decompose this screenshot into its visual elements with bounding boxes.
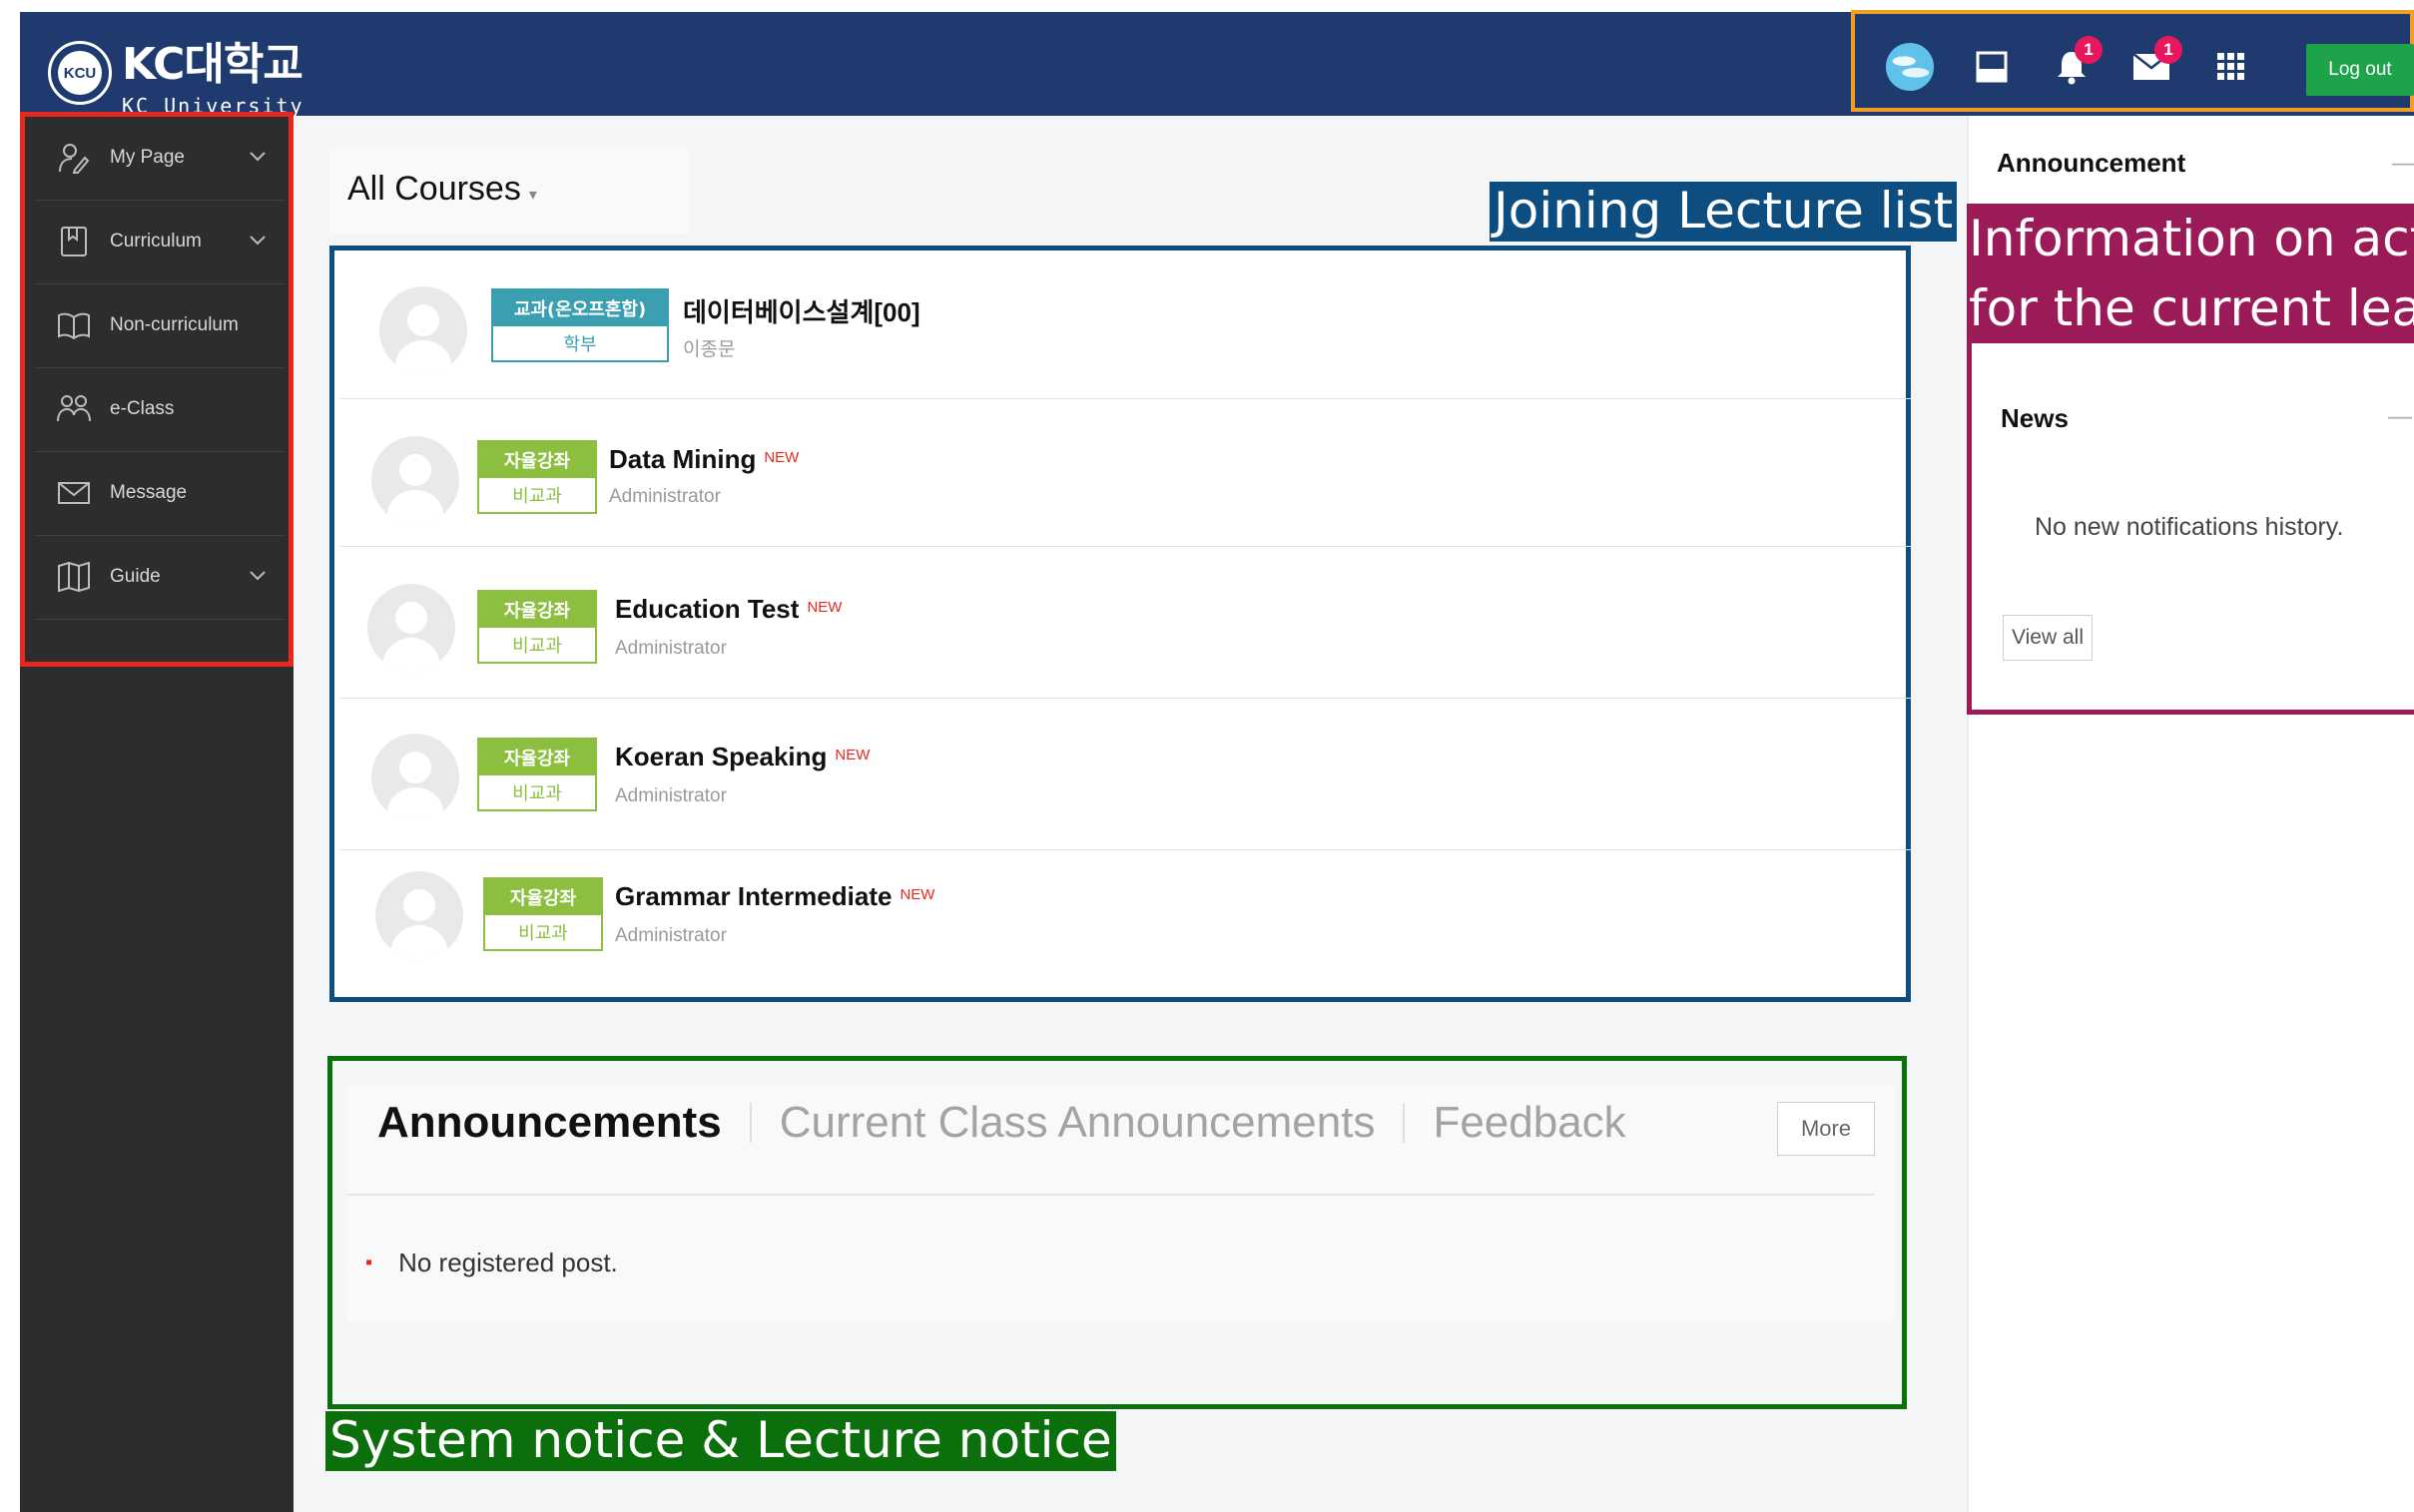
- course-instructor: 이종문: [683, 339, 736, 360]
- sidebar-highlight-frame: [20, 112, 294, 667]
- notification-count-badge: 1: [2075, 36, 2103, 64]
- course-list: 교과(온오프혼합) 학부 데이터베이스설계[00] 이종문 자율강좌 비교과 D…: [329, 246, 1911, 1002]
- course-title[interactable]: Data Mining NEW: [609, 444, 799, 475]
- course-title[interactable]: Koeran Speaking NEW: [615, 742, 870, 772]
- bullet-icon: ▪: [365, 1252, 373, 1273]
- instructor-avatar: [371, 436, 459, 524]
- seal-icon: KCU: [48, 41, 112, 105]
- header-toolbar: 1 1 Log out: [1851, 10, 2414, 112]
- dashboard-icon[interactable]: [1967, 42, 2017, 92]
- seal-text: KCU: [58, 51, 102, 95]
- apps-grid-icon[interactable]: [2206, 42, 2256, 92]
- tab-announcements[interactable]: Announcements: [377, 1098, 722, 1148]
- announcement-title: Announcement: [1997, 148, 2186, 178]
- course-row[interactable]: 자율강좌 비교과 Education Test NEW Administrator: [339, 546, 1911, 699]
- course-title[interactable]: 데이터베이스설계[00]: [683, 292, 920, 329]
- caption-info-line-2: for the current learnin: [1969, 273, 2414, 343]
- notification-bell-icon[interactable]: 1: [2047, 36, 2103, 92]
- course-row[interactable]: 자율강좌 비교과 Data Mining NEW Administrator: [339, 398, 1911, 547]
- tab-divider: [749, 1103, 752, 1143]
- courses-title: All Courses: [347, 170, 521, 208]
- caption-lecture-list: Joining Lecture list: [1490, 182, 1958, 242]
- course-row[interactable]: 자율강좌 비교과 Koeran Speaking NEW Administrato…: [339, 698, 1911, 850]
- course-row[interactable]: 자율강좌 비교과 Grammar Intermediate NEW Adminis…: [339, 849, 1911, 997]
- course-instructor: Administrator: [615, 638, 727, 659]
- announcement-collapse-button[interactable]: —: [2392, 150, 2414, 178]
- course-title[interactable]: Education Test NEW: [615, 594, 842, 625]
- university-logo[interactable]: KCU KC대학교 KC University: [48, 28, 304, 118]
- tab-divider: [1403, 1103, 1406, 1143]
- message-count-badge: 1: [2154, 36, 2182, 64]
- course-category-tag: 자율강좌 비교과: [477, 440, 597, 514]
- new-badge: NEW: [807, 599, 843, 616]
- course-instructor: Administrator: [609, 486, 721, 507]
- tab-feedback[interactable]: Feedback: [1433, 1098, 1625, 1148]
- new-badge: NEW: [764, 449, 800, 466]
- instructor-avatar: [379, 286, 467, 374]
- instructor-avatar: [371, 734, 459, 821]
- notice-tabs: Announcements Current Class Announcement…: [377, 1098, 1626, 1148]
- course-category-tag: 교과(온오프혼합) 학부: [491, 288, 669, 362]
- course-category-tag: 자율강좌 비교과: [483, 877, 603, 951]
- course-category-tag: 자율강좌 비교과: [477, 738, 597, 811]
- instructor-avatar: [375, 871, 463, 959]
- logout-button[interactable]: Log out: [2306, 44, 2414, 96]
- message-envelope-icon[interactable]: 1: [2126, 36, 2182, 92]
- caption-notices: System notice & Lecture notice: [325, 1411, 1116, 1471]
- tab-current-class-announcements[interactable]: Current Class Announcements: [780, 1098, 1376, 1148]
- course-title[interactable]: Grammar Intermediate NEW: [615, 881, 934, 912]
- new-badge: NEW: [835, 747, 871, 763]
- course-instructor: Administrator: [615, 925, 727, 946]
- notice-empty-message: ▪ No registered post.: [365, 1248, 618, 1277]
- caption-info-line-1: Information on activiti: [1969, 204, 2414, 273]
- caret-down-icon: ▾: [528, 187, 537, 204]
- instructor-avatar: [367, 584, 455, 672]
- divider: [347, 1194, 1875, 1196]
- course-category-tag: 자율강좌 비교과: [477, 590, 597, 664]
- logo-korean-name: KC대학교: [122, 39, 303, 90]
- course-instructor: Administrator: [615, 785, 727, 806]
- more-button[interactable]: More: [1777, 1102, 1875, 1156]
- profile-avatar-icon[interactable]: [1885, 42, 1935, 92]
- courses-filter-dropdown[interactable]: All Courses ▾: [347, 170, 537, 209]
- course-row[interactable]: 교과(온오프혼합) 학부 데이터베이스설계[00] 이종문: [339, 251, 1911, 399]
- new-badge: NEW: [900, 886, 935, 903]
